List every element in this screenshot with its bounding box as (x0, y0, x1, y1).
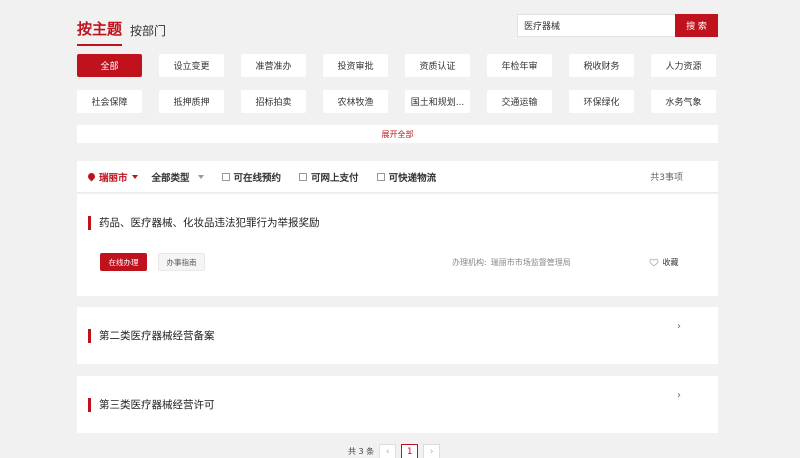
service-item-title[interactable]: 第二类医疗器械经营备案 (88, 328, 215, 343)
type-selector[interactable]: 全部类型 (152, 170, 204, 184)
checkbox-label: 可网上支付 (311, 172, 359, 184)
checkbox-label: 可在线预约 (233, 172, 282, 184)
checkbox-label: 可快递物流 (388, 172, 437, 184)
service-item-title-text: 第二类医疗器械经营备案 (99, 330, 215, 342)
search-bar: 搜 索 (517, 14, 718, 37)
title-accent-bar (88, 328, 91, 343)
category-button[interactable]: 农林牧渔 (323, 90, 388, 113)
category-button[interactable]: 全部 (77, 54, 142, 77)
type-label: 全部类型 (151, 172, 190, 184)
next-page-button[interactable]: › (423, 444, 441, 458)
heart-icon (649, 258, 658, 267)
checkbox-online-booking[interactable]: 可在线预约 (221, 170, 282, 184)
expand-all-button[interactable]: 展开全部 (77, 125, 718, 143)
category-button[interactable]: 人力资源 (651, 54, 716, 77)
category-button[interactable]: 招标拍卖 (241, 90, 306, 113)
checkbox-express-delivery[interactable]: 可快递物流 (376, 170, 437, 184)
category-button[interactable]: 设立变更 (159, 54, 224, 77)
category-button[interactable]: 交通运输 (487, 90, 552, 113)
filter-bar: 瑞丽市 全部类型 可在线预约 可网上支付 可快递物流 共3事项 (77, 161, 718, 193)
city-label: 瑞丽市 (99, 172, 128, 184)
category-button[interactable]: 社会保障 (77, 90, 142, 113)
tab-by-topic[interactable]: 按主题 (77, 18, 123, 46)
checkbox-online-payment[interactable]: 可网上支付 (299, 170, 359, 184)
service-guide-button[interactable]: 办事指南 (158, 253, 205, 271)
category-button[interactable]: 准营准办 (241, 54, 306, 77)
chevron-down-icon (197, 174, 204, 179)
title-accent-bar (88, 397, 91, 412)
online-handle-button[interactable]: 在线办理 (100, 253, 147, 271)
category-button[interactable]: 资质认证 (405, 54, 470, 77)
tab-bar: 按主题 按部门 (77, 18, 166, 46)
checkbox-icon[interactable] (299, 172, 308, 181)
pagination: 共 3 条 ‹ 1 › (348, 444, 441, 458)
agency-info: 办理机构: 瑞丽市市场监督管理局 (448, 257, 571, 268)
service-item-card[interactable]: 第二类医疗器械经营备案 › (77, 307, 718, 364)
category-button[interactable]: 投资审批 (323, 54, 388, 77)
category-button[interactable]: 年检年审 (487, 54, 552, 77)
checkbox-icon[interactable] (376, 172, 385, 181)
agency-label: 办理机构: (452, 258, 487, 267)
city-selector[interactable]: 瑞丽市 (86, 170, 138, 184)
page-1-button[interactable]: 1 (401, 444, 419, 458)
category-button[interactable]: 税收财务 (569, 54, 634, 77)
pagination-total: 共 3 条 (348, 447, 375, 456)
favorite-label: 收藏 (662, 257, 679, 267)
service-item-title-text: 药品、医疗器械、化妆品违法犯罪行为举报奖励 (99, 217, 320, 229)
service-item-title-text: 第三类医疗器械经营许可 (99, 399, 215, 411)
service-item-card[interactable]: 第三类医疗器械经营许可 › (77, 376, 718, 433)
service-item-card: 药品、医疗器械、化妆品违法犯罪行为举报奖励 在线办理 办事指南 办理机构: 瑞丽市… (77, 194, 718, 296)
tab-by-department[interactable]: 按部门 (130, 22, 166, 39)
chevron-right-icon[interactable]: › (677, 390, 681, 401)
category-button[interactable]: 环保绿化 (569, 90, 634, 113)
category-grid: 全部 设立变更 准营准办 投资审批 资质认证 年检年审 税收财务 人力资源社会保障 抵押质押 招标… (77, 54, 718, 113)
service-item-title[interactable]: 药品、医疗器械、化妆品违法犯罪行为举报奖励 (88, 215, 320, 230)
chevron-down-icon (131, 174, 138, 179)
category-button[interactable]: 国土和规划... (405, 90, 470, 113)
chevron-right-icon[interactable]: › (677, 321, 681, 332)
category-button[interactable]: 抵押质押 (159, 90, 224, 113)
service-item-title[interactable]: 第三类医疗器械经营许可 (88, 397, 215, 412)
agency-name: 瑞丽市市场监督管理局 (490, 258, 571, 267)
prev-page-button[interactable]: ‹ (379, 444, 397, 458)
category-button[interactable]: 水务气象 (651, 90, 716, 113)
favorite-button[interactable]: 收藏 (640, 253, 687, 271)
title-accent-bar (88, 215, 91, 230)
search-input[interactable] (517, 14, 675, 37)
total-count: 共3事项 (650, 173, 683, 183)
location-pin-icon (86, 171, 97, 182)
search-button[interactable]: 搜 索 (675, 14, 718, 37)
checkbox-icon[interactable] (221, 172, 230, 181)
